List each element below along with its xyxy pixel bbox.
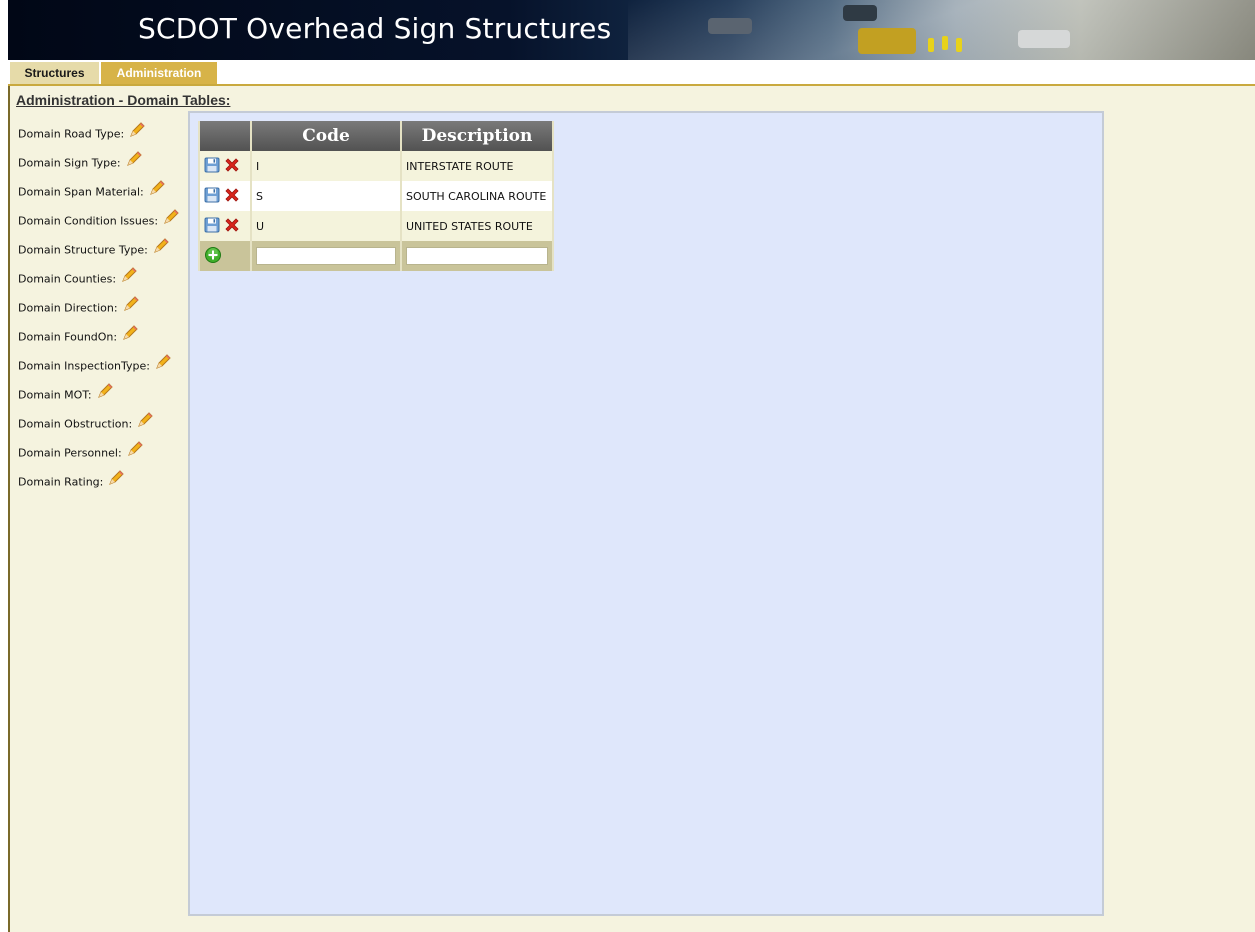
- app-title: SCDOT Overhead Sign Structures: [138, 12, 612, 45]
- cell-description[interactable]: UNITED STATES ROUTE: [402, 211, 552, 241]
- pencil-icon[interactable]: [107, 469, 125, 492]
- sidebar-item-label: Domain Personnel:: [18, 440, 144, 465]
- banner-worker: [928, 38, 934, 52]
- table-row: I INTERSTATE ROUTE: [200, 151, 552, 181]
- sidebar-item-label: Domain Structure Type:: [18, 237, 170, 262]
- sidebar-item-label: Domain Road Type:: [18, 121, 146, 146]
- delete-icon[interactable]: [223, 156, 241, 177]
- pencil-icon[interactable]: [162, 208, 180, 231]
- table-row: S SOUTH CAROLINA ROUTE: [200, 181, 552, 211]
- pencil-icon[interactable]: [121, 324, 139, 347]
- add-icon[interactable]: [204, 246, 222, 267]
- column-header-code[interactable]: Code: [252, 121, 400, 151]
- sidebar-item-label: Domain Counties:: [18, 266, 138, 291]
- cell-description[interactable]: SOUTH CAROLINA ROUTE: [402, 181, 552, 211]
- row-actions: [200, 181, 250, 211]
- banner-truck: [858, 28, 916, 54]
- domain-grid: Code Description I INTERSTATE ROUTE S SO…: [198, 121, 554, 271]
- cell-code[interactable]: S: [252, 181, 400, 211]
- sidebar-item-structure-type[interactable]: Domain Structure Type:: [18, 233, 188, 262]
- banner-worker: [956, 38, 962, 52]
- banner-car: [708, 18, 752, 34]
- cell-code[interactable]: I: [252, 151, 400, 181]
- tab-structures[interactable]: Structures: [10, 62, 99, 84]
- pencil-icon[interactable]: [152, 237, 170, 260]
- sidebar-item-foundon[interactable]: Domain FoundOn:: [18, 320, 188, 349]
- save-icon[interactable]: [204, 157, 220, 176]
- sidebar-item-rating[interactable]: Domain Rating:: [18, 465, 188, 494]
- row-actions: [200, 211, 250, 241]
- sidebar-item-span-material[interactable]: Domain Span Material:: [18, 175, 188, 204]
- sidebar-item-inspection-type[interactable]: Domain InspectionType:: [18, 349, 188, 378]
- column-header-description[interactable]: Description: [402, 121, 552, 151]
- new-record-row: [200, 241, 552, 271]
- sidebar-item-road-type[interactable]: Domain Road Type:: [18, 117, 188, 146]
- table-row: U UNITED STATES ROUTE: [200, 211, 552, 241]
- pencil-icon[interactable]: [154, 353, 172, 376]
- new-description-input[interactable]: [406, 247, 548, 265]
- sidebar-item-obstruction[interactable]: Domain Obstruction:: [18, 407, 188, 436]
- new-description-cell: [402, 241, 552, 271]
- delete-icon[interactable]: [223, 216, 241, 237]
- banner-worker: [942, 36, 948, 50]
- sidebar-item-label: Domain Direction:: [18, 295, 140, 320]
- sidebar-item-mot[interactable]: Domain MOT:: [18, 378, 188, 407]
- sidebar-item-label: Domain Span Material:: [18, 179, 166, 204]
- delete-icon[interactable]: [223, 186, 241, 207]
- app-window: SCDOT Overhead Sign Structures Structure…: [0, 0, 1255, 932]
- sidebar-item-direction[interactable]: Domain Direction:: [18, 291, 188, 320]
- content-area: Administration - Domain Tables: Domain R…: [8, 86, 1255, 932]
- sidebar-item-label: Domain FoundOn:: [18, 324, 139, 349]
- column-header-actions: [200, 121, 250, 151]
- save-icon[interactable]: [204, 187, 220, 206]
- sidebar-item-condition-issues[interactable]: Domain Condition Issues:: [18, 204, 188, 233]
- new-code-input[interactable]: [256, 247, 396, 265]
- page-title: Administration - Domain Tables:: [16, 92, 231, 108]
- sidebar-item-label: Domain Sign Type:: [18, 150, 143, 175]
- sidebar-item-label: Domain Obstruction:: [18, 411, 154, 436]
- pencil-icon[interactable]: [136, 411, 154, 434]
- domain-sidebar: Domain Road Type: Domain Sign Type: Doma…: [18, 117, 188, 494]
- sidebar-item-label: Domain Rating:: [18, 469, 125, 494]
- tab-bar: Structures Administration: [8, 60, 1255, 86]
- sidebar-item-label: Domain Condition Issues:: [18, 208, 180, 233]
- grid-header-row: Code Description: [200, 121, 552, 151]
- tab-administration[interactable]: Administration: [101, 62, 217, 84]
- sidebar-item-counties[interactable]: Domain Counties:: [18, 262, 188, 291]
- new-code-cell: [252, 241, 400, 271]
- pencil-icon[interactable]: [128, 121, 146, 144]
- pencil-icon[interactable]: [125, 150, 143, 173]
- banner-car: [843, 5, 877, 21]
- banner-car: [1018, 30, 1070, 48]
- domain-table-panel: Code Description I INTERSTATE ROUTE S SO…: [188, 111, 1104, 916]
- cell-code[interactable]: U: [252, 211, 400, 241]
- pencil-icon[interactable]: [96, 382, 114, 405]
- sidebar-item-label: Domain MOT:: [18, 382, 114, 407]
- header-banner: SCDOT Overhead Sign Structures: [8, 0, 1255, 60]
- pencil-icon[interactable]: [120, 266, 138, 289]
- row-actions: [200, 241, 250, 271]
- sidebar-item-sign-type[interactable]: Domain Sign Type:: [18, 146, 188, 175]
- row-actions: [200, 151, 250, 181]
- pencil-icon[interactable]: [122, 295, 140, 318]
- sidebar-item-personnel[interactable]: Domain Personnel:: [18, 436, 188, 465]
- cell-description[interactable]: INTERSTATE ROUTE: [402, 151, 552, 181]
- sidebar-item-label: Domain InspectionType:: [18, 353, 172, 378]
- pencil-icon[interactable]: [126, 440, 144, 463]
- save-icon[interactable]: [204, 217, 220, 236]
- pencil-icon[interactable]: [148, 179, 166, 202]
